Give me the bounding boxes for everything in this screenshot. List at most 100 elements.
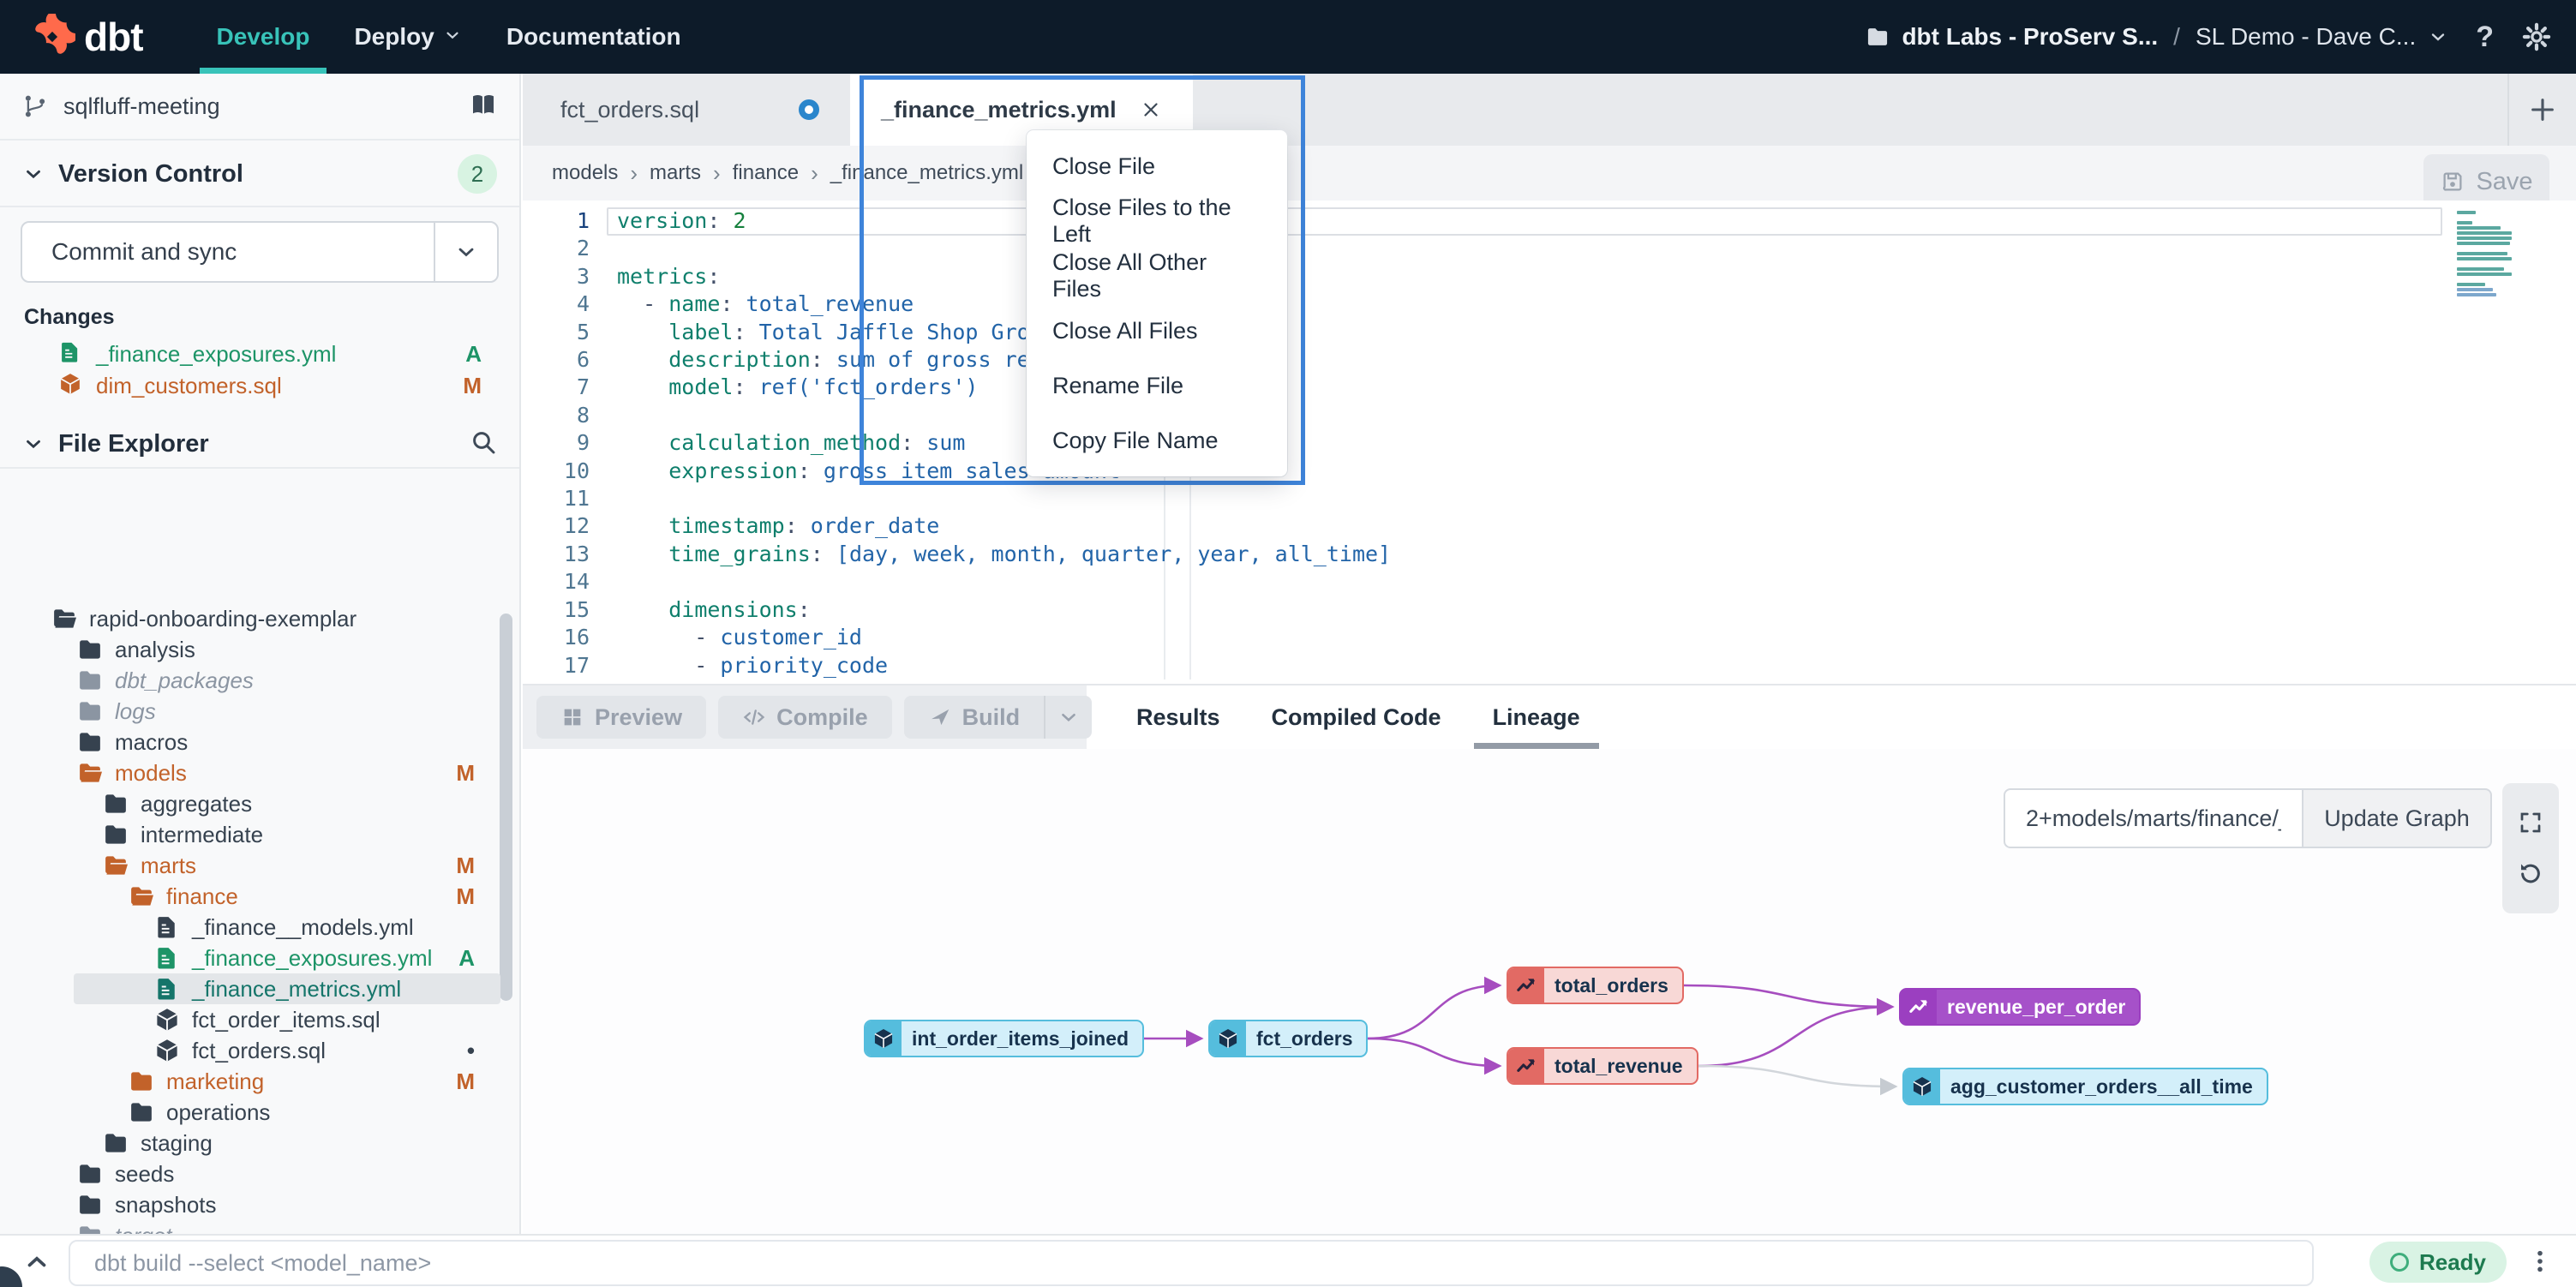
build-icon <box>928 705 952 729</box>
tree-item-logs[interactable]: logs <box>0 696 519 727</box>
metric-trend-icon <box>1508 1049 1544 1083</box>
file-explorer-title: File Explorer <box>58 430 209 458</box>
help-icon[interactable]: ? <box>2469 21 2501 54</box>
lineage-node-total_orders[interactable]: total_orders <box>1507 967 1684 1004</box>
panel-tab-compiled-code[interactable]: Compiled Code <box>1272 685 1441 749</box>
folder-icon <box>129 1099 154 1125</box>
changes-count-badge: 2 <box>458 154 497 194</box>
git-branch-row[interactable]: sqlfluff-meeting <box>0 74 519 141</box>
commit-options-chevron[interactable] <box>434 223 497 281</box>
breadcrumb-separator: / <box>2170 23 2184 51</box>
build-button[interactable]: Build <box>904 696 1045 739</box>
kebab-menu-icon[interactable] <box>2526 1248 2554 1279</box>
file-icon <box>154 914 180 940</box>
menu-item-copy-file-name[interactable]: Copy File Name <box>1027 413 1287 468</box>
menu-item-close-file[interactable]: Close File <box>1027 139 1287 194</box>
panel-tab-results[interactable]: Results <box>1136 685 1220 749</box>
version-control-header[interactable]: Version Control 2 <box>0 151 519 197</box>
tree-item-aggregates[interactable]: aggregates <box>0 788 519 819</box>
nav-item-documentation[interactable]: Documentation <box>484 0 704 74</box>
tree-item-_finance_metrics.yml[interactable]: _finance_metrics.yml <box>74 973 500 1004</box>
menu-item-close-all-files[interactable]: Close All Files <box>1027 303 1287 358</box>
tree-item-staging[interactable]: staging <box>0 1128 519 1158</box>
docs-book-icon[interactable] <box>470 91 497 123</box>
tree-item-_finance_exposures.yml[interactable]: _finance_exposures.ymlA <box>0 943 519 973</box>
gear-icon[interactable] <box>2521 21 2552 52</box>
folder-icon <box>77 667 103 693</box>
chevron-up-icon[interactable] <box>22 1248 51 1281</box>
status-badge: • <box>467 1038 475 1064</box>
tree-item-fct_order_items.sql[interactable]: fct_order_items.sql <box>0 1004 519 1035</box>
divider <box>0 467 519 469</box>
search-icon[interactable] <box>470 428 497 460</box>
tree-item-models[interactable]: modelsM <box>0 757 519 788</box>
changed-file-dim_customers.sql[interactable]: dim_customers.sqlM <box>0 370 519 402</box>
code-line: - customer_id <box>617 624 2576 651</box>
tree-item-marts[interactable]: martsM <box>0 850 519 881</box>
breadcrumb-item[interactable]: _finance_metrics.yml <box>830 161 1023 185</box>
tree-item-marketing[interactable]: marketingM <box>0 1066 519 1097</box>
line-number: 8 <box>523 402 590 429</box>
status-badge: M <box>456 883 475 910</box>
menu-item-rename-file[interactable]: Rename File <box>1027 358 1287 413</box>
tree-item-snapshots[interactable]: snapshots <box>0 1189 519 1220</box>
lineage-node-fct_orders[interactable]: fct_orders <box>1208 1020 1368 1057</box>
grid-icon <box>560 705 584 729</box>
tree-item-rapid-onboarding-exemplar[interactable]: rapid-onboarding-exemplar <box>0 603 519 634</box>
trend-icon <box>1908 996 1930 1018</box>
lineage-canvas[interactable]: int_order_items_joined fct_orders total_or… <box>523 749 2576 1234</box>
minimap[interactable] <box>2457 211 2513 298</box>
tab-context-menu: Close FileClose Files to the LeftClose A… <box>1027 130 1287 476</box>
menu-item-close-all-other-files[interactable]: Close All Other Files <box>1027 248 1287 303</box>
code-line <box>617 568 2576 596</box>
commit-and-sync-button[interactable]: Commit and sync <box>21 221 499 283</box>
lineage-node-total_revenue[interactable]: total_revenue <box>1507 1047 1698 1085</box>
model-icon <box>154 1007 180 1033</box>
tree-item-finance[interactable]: financeM <box>0 881 519 912</box>
line-number: 17 <box>523 652 590 679</box>
build-options-chevron[interactable] <box>1044 696 1092 739</box>
tree-item-fct_orders.sql[interactable]: fct_orders.sql• <box>0 1035 519 1066</box>
tree-item-target[interactable]: target <box>0 1220 519 1234</box>
tree-item-_finance__models.yml[interactable]: _finance__models.yml <box>0 912 519 943</box>
code-line: calculation_method: sum <box>617 429 2576 457</box>
new-tab-button[interactable] <box>2507 74 2576 146</box>
chev-down-icon <box>1057 706 1080 728</box>
breadcrumb-item[interactable]: finance <box>733 161 799 185</box>
file-explorer-header[interactable]: File Explorer <box>0 421 519 467</box>
dbt-command-input[interactable] <box>69 1240 2314 1286</box>
code-editor[interactable]: 1234567891011121314151617 version: 2 met… <box>523 201 2576 684</box>
preview-button[interactable]: Preview <box>536 696 706 739</box>
line-number: 9 <box>523 429 590 457</box>
tree-item-seeds[interactable]: seeds <box>0 1158 519 1189</box>
tree-item-intermediate[interactable]: intermediate <box>0 819 519 850</box>
line-number: 16 <box>523 624 590 651</box>
update-graph-button[interactable]: Update Graph <box>2302 788 2492 848</box>
tree-item-dbt_packages[interactable]: dbt_packages <box>0 665 519 696</box>
menu-item-close-files-to-the-left[interactable]: Close Files to the Left <box>1027 194 1287 248</box>
nav-item-deploy[interactable]: Deploy <box>332 0 483 74</box>
file-icon <box>58 340 82 364</box>
reset-view-icon[interactable] <box>2518 861 2543 887</box>
model-cube-icon <box>866 1021 902 1056</box>
compile-button[interactable]: Compile <box>718 696 892 739</box>
nav-item-develop[interactable]: Develop <box>195 0 332 74</box>
close-icon[interactable] <box>1140 99 1162 121</box>
fullscreen-icon[interactable] <box>2518 810 2543 835</box>
lineage-node-revenue_per_order[interactable]: revenue_per_order <box>1899 988 2141 1026</box>
chev-down-icon <box>443 26 462 45</box>
account-project-switcher[interactable]: dbt Labs - ProServ S... / SL Demo - Dave… <box>1866 23 2448 51</box>
breadcrumb-item[interactable]: marts <box>650 161 701 185</box>
breadcrumb-item[interactable]: models <box>552 161 618 185</box>
node-selector-input[interactable] <box>2004 788 2302 848</box>
tab-fct-orders-sql[interactable]: fct_orders.sql <box>530 74 850 146</box>
dbt-logo[interactable]: dbt <box>0 0 195 74</box>
tree-item-analysis[interactable]: analysis <box>0 634 519 665</box>
changed-file-_finance_exposures.yml[interactable]: _finance_exposures.ymlA <box>0 338 519 370</box>
lineage-node-agg_customer_orders__all_time[interactable]: agg_customer_orders__all_time <box>1902 1068 2268 1105</box>
lineage-node-int_order_items_joined[interactable]: int_order_items_joined <box>864 1020 1144 1057</box>
tree-item-macros[interactable]: macros <box>0 727 519 757</box>
tree-item-operations[interactable]: operations <box>0 1097 519 1128</box>
line-number: 6 <box>523 346 590 374</box>
panel-tab-lineage[interactable]: Lineage <box>1493 685 1580 749</box>
